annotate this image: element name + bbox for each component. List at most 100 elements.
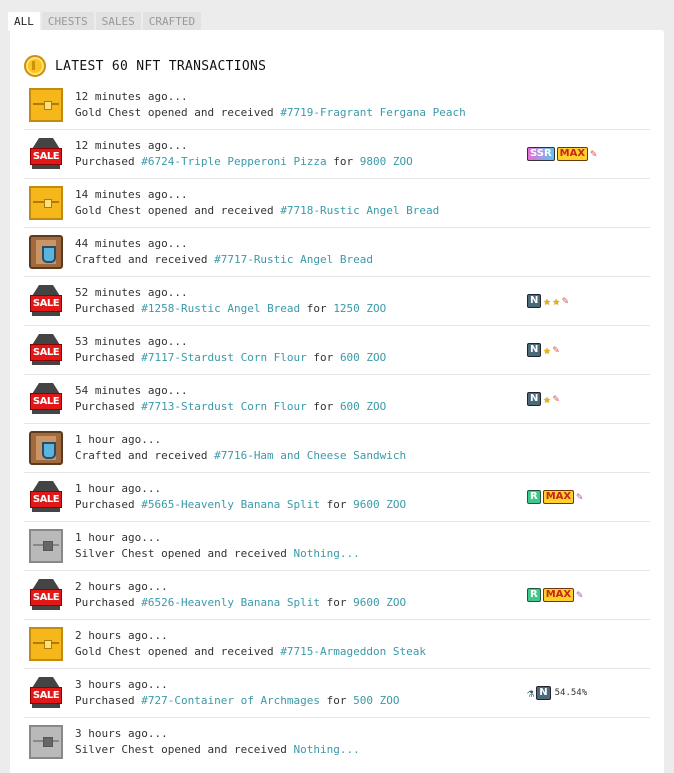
max-badge: MAX bbox=[542, 490, 575, 504]
filter-tabs: ALL CHESTS SALES CRAFTED bbox=[8, 12, 202, 31]
tab-crafted[interactable]: CRAFTED bbox=[142, 12, 202, 31]
nft-badges: R MAX ✎ bbox=[527, 489, 583, 505]
rarity-badge: R bbox=[527, 490, 541, 504]
nft-link[interactable]: #727-Container of Archmages bbox=[141, 694, 320, 707]
price-link[interactable]: 500 ZOO bbox=[353, 694, 399, 707]
nft-badges: N ★ ✎ bbox=[527, 391, 559, 407]
transaction-text: 44 minutes ago... Crafted and received #7… bbox=[75, 236, 373, 268]
transaction-text: 1 hour ago... Crafted and received #7716-… bbox=[75, 432, 406, 464]
sale-icon: SALE bbox=[29, 333, 63, 367]
price-link[interactable]: 600 ZOO bbox=[340, 351, 386, 364]
nft-link[interactable]: #6526-Heavenly Banana Split bbox=[141, 596, 320, 609]
star-icon: ★ bbox=[552, 294, 560, 308]
transaction-text: 3 hours ago... Purchased #727-Container o… bbox=[75, 677, 400, 709]
nft-badges: N ★ ★ ✎ bbox=[527, 293, 568, 309]
tab-sales[interactable]: SALES bbox=[95, 12, 141, 31]
transaction-text: 1 hour ago... Purchased #5665-Heavenly Ba… bbox=[75, 481, 406, 513]
transactions-panel: LATEST 60 NFT TRANSACTIONS 12 minutes ag… bbox=[10, 30, 664, 773]
transaction-text: 53 minutes ago... Purchased #7117-Stardus… bbox=[75, 334, 386, 366]
transaction-time: 12 minutes ago... bbox=[75, 139, 188, 152]
price-link[interactable]: 9600 ZOO bbox=[353, 596, 406, 609]
transaction-desc: Purchased bbox=[75, 400, 142, 413]
transaction-row: 44 minutes ago... Crafted and received #7… bbox=[24, 228, 650, 277]
nft-link[interactable]: #7718-Rustic Angel Bread bbox=[280, 204, 439, 217]
nft-link[interactable]: Nothing... bbox=[294, 547, 360, 560]
tool-icon: ✎ bbox=[590, 147, 597, 160]
nft-link[interactable]: #5665-Heavenly Banana Split bbox=[141, 498, 320, 511]
transaction-time: 3 hours ago... bbox=[75, 678, 168, 691]
nft-badges: R MAX ✎ bbox=[527, 587, 583, 603]
transaction-desc: Crafted and received bbox=[75, 253, 215, 266]
transaction-row: SALE 12 minutes ago... Purchased #6724-Tri… bbox=[24, 130, 650, 179]
transaction-desc: Purchased bbox=[75, 596, 142, 609]
price-link[interactable]: 600 ZOO bbox=[340, 400, 386, 413]
transaction-row: SALE 53 minutes ago... Purchased #7117-Sta… bbox=[24, 326, 650, 375]
transaction-time: 1 hour ago... bbox=[75, 482, 162, 495]
panel-title: LATEST 60 NFT TRANSACTIONS bbox=[55, 58, 267, 74]
price-link[interactable]: 9800 ZOO bbox=[360, 155, 413, 168]
tool-icon: ✎ bbox=[552, 343, 560, 356]
transaction-desc: Crafted and received bbox=[75, 449, 215, 462]
transaction-text: 2 hours ago... Gold Chest opened and rece… bbox=[75, 628, 426, 660]
transaction-time: 2 hours ago... bbox=[75, 629, 168, 642]
sale-icon: SALE bbox=[29, 578, 63, 612]
transaction-desc: Purchased bbox=[75, 155, 142, 168]
transaction-row: SALE 1 hour ago... Purchased #5665-Heavenl… bbox=[24, 473, 650, 522]
candy-icon: ✎ bbox=[576, 490, 583, 503]
tool-icon: ✎ bbox=[552, 392, 560, 405]
transaction-desc: Purchased bbox=[75, 498, 142, 511]
nft-link[interactable]: #7117-Stardust Corn Flour bbox=[141, 351, 307, 364]
nft-link[interactable]: #1258-Rustic Angel Bread bbox=[141, 302, 300, 315]
transaction-desc: Purchased bbox=[75, 302, 142, 315]
nft-link[interactable]: #6724-Triple Pepperoni Pizza bbox=[141, 155, 326, 168]
tab-all[interactable]: ALL bbox=[8, 12, 40, 31]
nft-link[interactable]: #7713-Stardust Corn Flour bbox=[141, 400, 307, 413]
for-label: for bbox=[300, 302, 334, 315]
transaction-text: 1 hour ago... Silver Chest opened and rec… bbox=[75, 530, 360, 562]
nft-badges: SSR MAX ✎ bbox=[527, 146, 597, 162]
sale-icon: SALE bbox=[29, 676, 63, 710]
sale-icon: SALE bbox=[29, 480, 63, 514]
nft-link[interactable]: #7717-Rustic Angel Bread bbox=[214, 253, 373, 266]
transaction-row: SALE 3 hours ago... Purchased #727-Contain… bbox=[24, 669, 650, 718]
transaction-text: 12 minutes ago... Gold Chest opened and r… bbox=[75, 89, 466, 121]
transaction-row: 1 hour ago... Silver Chest opened and rec… bbox=[24, 522, 650, 571]
silver-chest-icon bbox=[29, 529, 63, 563]
panel-header: LATEST 60 NFT TRANSACTIONS bbox=[10, 30, 664, 84]
nft-link[interactable]: #7716-Ham and Cheese Sandwich bbox=[214, 449, 406, 462]
rarity-badge: N bbox=[527, 343, 542, 357]
star-icon: ★ bbox=[543, 392, 551, 406]
nft-link[interactable]: Nothing... bbox=[294, 743, 360, 756]
transaction-desc: Gold Chest opened and received bbox=[75, 106, 281, 119]
transaction-text: 2 hours ago... Purchased #6526-Heavenly B… bbox=[75, 579, 406, 611]
candy-icon: ✎ bbox=[576, 588, 583, 601]
nft-link[interactable]: #7719-Fragrant Fergana Peach bbox=[280, 106, 465, 119]
gold-chest-icon bbox=[29, 627, 63, 661]
transaction-text: 12 minutes ago... Purchased #6724-Triple … bbox=[75, 138, 413, 170]
nft-link[interactable]: #7715-Armageddon Steak bbox=[280, 645, 426, 658]
transaction-desc: Purchased bbox=[75, 351, 142, 364]
max-badge: MAX bbox=[542, 588, 575, 602]
for-label: for bbox=[306, 351, 340, 364]
crafted-icon bbox=[29, 431, 63, 465]
tab-chests[interactable]: CHESTS bbox=[41, 12, 94, 31]
sale-icon: SALE bbox=[29, 137, 63, 171]
price-link[interactable]: 1250 ZOO bbox=[333, 302, 386, 315]
transaction-text: 14 minutes ago... Gold Chest opened and r… bbox=[75, 187, 439, 219]
transaction-time: 1 hour ago... bbox=[75, 433, 162, 446]
for-label: for bbox=[320, 498, 354, 511]
transaction-time: 2 hours ago... bbox=[75, 580, 168, 593]
for-label: for bbox=[320, 694, 354, 707]
transaction-text: 54 minutes ago... Purchased #7713-Stardus… bbox=[75, 383, 386, 415]
transaction-row: 14 minutes ago... Gold Chest opened and r… bbox=[24, 179, 650, 228]
transaction-row: 3 hours ago... Silver Chest opened and re… bbox=[24, 718, 650, 767]
for-label: for bbox=[326, 155, 360, 168]
transaction-time: 44 minutes ago... bbox=[75, 237, 188, 250]
transaction-row: 1 hour ago... Crafted and received #7716-… bbox=[24, 424, 650, 473]
transaction-row: 12 minutes ago... Gold Chest opened and r… bbox=[24, 81, 650, 130]
transaction-desc: Gold Chest opened and received bbox=[75, 204, 281, 217]
for-label: for bbox=[306, 400, 340, 413]
gold-coin-icon bbox=[24, 55, 46, 77]
price-link[interactable]: 9600 ZOO bbox=[353, 498, 406, 511]
for-label: for bbox=[320, 596, 354, 609]
